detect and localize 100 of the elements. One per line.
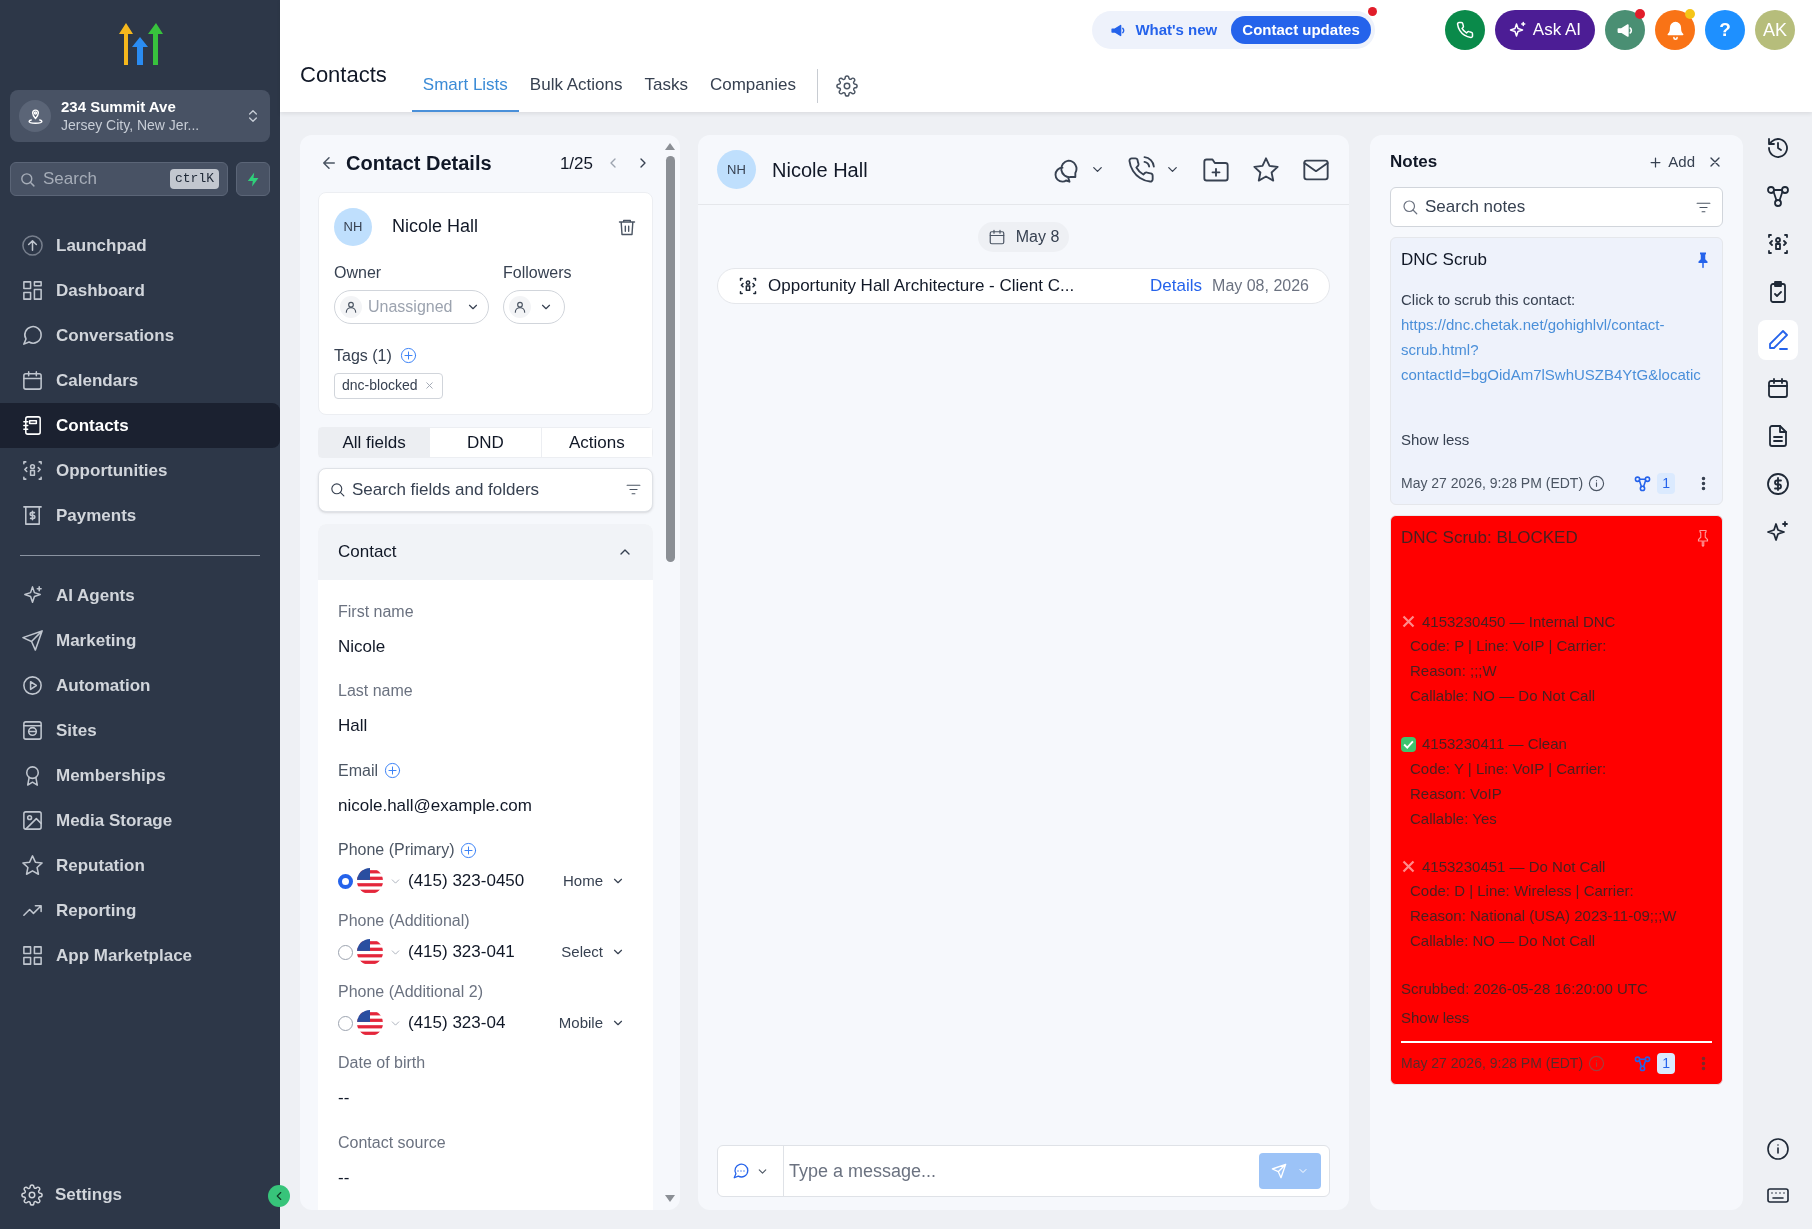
- field-label: Contact source: [338, 1132, 446, 1153]
- nav-item[interactable]: Marketing: [0, 618, 280, 663]
- nav-item[interactable]: Conversations: [0, 313, 280, 358]
- send-icon: [1271, 1163, 1287, 1179]
- people-icon: [21, 459, 44, 482]
- note-timestamp: May 27 2026, 9:28 PM (EDT): [1401, 1054, 1584, 1073]
- nav-item[interactable]: Automation: [0, 663, 280, 708]
- field-value: Nicole: [338, 635, 387, 658]
- message-input[interactable]: Type a message...: [784, 1146, 1251, 1196]
- result-heading: 4153230451 — Do Not Call: [1422, 856, 1606, 877]
- field-value: Hall: [338, 715, 369, 737]
- show-less-button[interactable]: Show less: [1401, 428, 1470, 451]
- notebook-icon: [21, 414, 44, 437]
- radio-button[interactable]: [338, 944, 353, 960]
- remove-icon: [423, 380, 435, 392]
- note-title: DNC Scrub: [1401, 249, 1487, 271]
- nav-item[interactable]: AI Agents: [0, 573, 280, 618]
- field-label: Followers: [503, 262, 572, 283]
- chat-icon: [732, 1162, 750, 1180]
- whats-new-link[interactable]: What's new: [1135, 18, 1218, 42]
- add-tag-icon: [399, 347, 417, 365]
- phone-type-select[interactable]: Select: [561, 940, 633, 964]
- tab[interactable]: Smart Lists: [411, 60, 519, 112]
- settings-item[interactable]: Settings: [0, 1177, 200, 1213]
- tab[interactable]: All fields: [319, 427, 430, 458]
- tab[interactable]: Actions: [540, 427, 652, 458]
- field-label: Last name: [338, 681, 413, 701]
- phone-number: (415) 323-041: [408, 941, 516, 964]
- nav-item[interactable]: Dashboard: [0, 268, 280, 313]
- scrub-time: Scrubbed: 2026-05-28 16:20:00 UTC: [1401, 979, 1649, 999]
- info-icon: [1765, 1137, 1790, 1161]
- section-header[interactable]: Contact: [318, 523, 653, 580]
- people-icon: [1765, 232, 1790, 256]
- tab[interactable]: Tasks: [633, 60, 699, 112]
- show-less-button[interactable]: Show less: [1401, 1006, 1470, 1029]
- location-switcher[interactable]: 234 Summit Ave Jersey City, New Jer...: [10, 90, 270, 142]
- dollar-icon: [1765, 472, 1790, 496]
- search-field[interactable]: Search fields and folders: [318, 468, 653, 512]
- phone-type-select[interactable]: Home: [563, 869, 633, 893]
- count-badge: 1: [1657, 473, 1675, 494]
- chat-icon: [21, 324, 44, 347]
- calendar-icon: [21, 369, 44, 392]
- nav-item[interactable]: Launchpad: [0, 223, 280, 268]
- add-note-button[interactable]: Add: [1648, 150, 1695, 174]
- play-icon: [21, 674, 44, 697]
- calendar-icon: [1765, 376, 1790, 400]
- result-detail: Code: D | Line: Wireless | Carrier:: [1409, 881, 1635, 901]
- result-detail: Reason: ;;;W: [1409, 661, 1498, 681]
- field-value: nicole.hall@example.com: [338, 794, 533, 817]
- call-button[interactable]: [1444, 10, 1485, 50]
- quick-action-button[interactable]: [236, 162, 270, 196]
- sparkle-icon: [1508, 21, 1527, 39]
- result-detail: Code: Y | Line: VoIP | Carrier:: [1409, 758, 1608, 779]
- nav-item[interactable]: Memberships: [0, 753, 280, 798]
- nav-item[interactable]: App Marketplace: [0, 933, 280, 978]
- details-link[interactable]: Details: [1150, 273, 1203, 299]
- opportunity-icon: [738, 276, 758, 296]
- nav-item[interactable]: Payments: [0, 493, 280, 538]
- search-input[interactable]: Search fields and folders: [352, 477, 619, 503]
- message-composer[interactable]: Type a message...: [717, 1145, 1330, 1197]
- settings-icon: [835, 75, 858, 97]
- favorite-button[interactable]: [1252, 155, 1280, 184]
- nav-item[interactable]: Reputation: [0, 843, 280, 888]
- info-icon: [1588, 475, 1606, 492]
- field-label: Date of birth: [338, 1053, 426, 1073]
- result-detail: Reason: VoIP: [1409, 783, 1503, 804]
- search-icon: [19, 170, 36, 188]
- nav-item[interactable]: Calendars: [0, 358, 280, 403]
- contact-avatar: NH: [334, 207, 372, 246]
- notes-button[interactable]: [1757, 320, 1798, 360]
- result-heading: 4153230411 — Clean: [1422, 734, 1567, 754]
- radio-button[interactable]: [338, 873, 353, 889]
- search-field[interactable]: Search ctrlK: [10, 162, 228, 196]
- nav-item[interactable]: Sites: [0, 708, 280, 753]
- count-badge: 1: [1657, 1053, 1675, 1074]
- ask-ai-button[interactable]: Ask AI: [1494, 10, 1595, 50]
- search-input[interactable]: Search notes: [1425, 194, 1689, 220]
- tab[interactable]: Companies: [698, 60, 807, 112]
- plus-icon: [1648, 154, 1664, 170]
- contact-updates-button[interactable]: Contact updates: [1231, 16, 1371, 44]
- search-input[interactable]: Search: [43, 166, 153, 192]
- phone-type-select[interactable]: Mobile: [558, 1011, 633, 1035]
- nav-item[interactable]: Opportunities: [0, 448, 280, 493]
- search-field[interactable]: Search notes: [1390, 187, 1723, 227]
- link-icon: [1634, 1055, 1652, 1072]
- collapse-button[interactable]: [268, 1185, 290, 1207]
- tab[interactable]: Bulk Actions: [518, 60, 634, 112]
- announcements-button[interactable]: [1605, 10, 1645, 50]
- nav-item[interactable]: Reporting: [0, 888, 280, 933]
- field-label: Tags (1): [334, 345, 392, 366]
- nav-item[interactable]: Media Storage: [0, 798, 280, 843]
- flag-icon: [357, 868, 383, 894]
- call-menu-button[interactable]: [1127, 155, 1180, 184]
- phone-number: (415) 323-0450: [408, 870, 526, 893]
- notifications-button[interactable]: [1655, 10, 1695, 50]
- radio-button[interactable]: [338, 1015, 353, 1031]
- location-pin-icon: [26, 107, 44, 125]
- field-label: Email: [338, 760, 378, 781]
- nav-item[interactable]: Contacts: [0, 403, 280, 448]
- field-label: Owner: [334, 262, 383, 283]
